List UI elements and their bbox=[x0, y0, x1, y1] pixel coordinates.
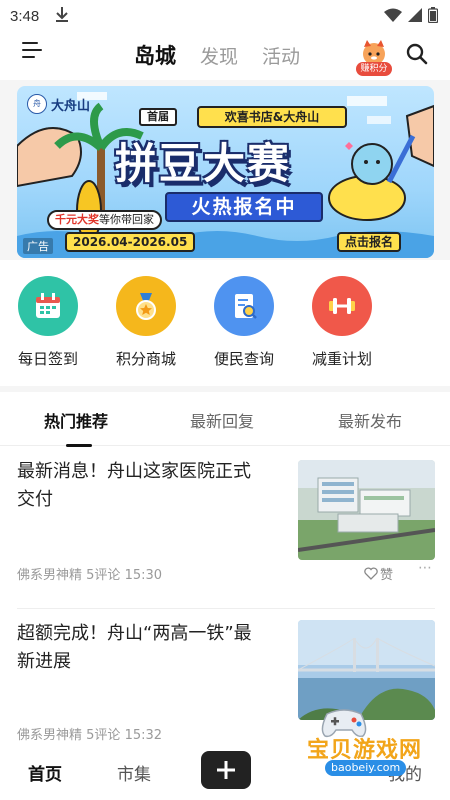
status-bar: 3:48 bbox=[0, 0, 450, 32]
banner-prize-amount: 千元大奖 bbox=[55, 213, 99, 226]
quick-item-weight-plan[interactable]: 减重计划 bbox=[302, 276, 382, 369]
add-post-button[interactable] bbox=[201, 751, 251, 789]
quick-item-inquiry[interactable]: 便民查询 bbox=[204, 276, 284, 369]
more-options-icon[interactable]: ⋯ bbox=[418, 560, 433, 576]
quick-label-checkin: 每日签到 bbox=[17, 350, 78, 368]
status-time: 3:48 bbox=[10, 7, 40, 25]
medal-icon bbox=[116, 276, 176, 336]
app-header: 岛城 发现 活动 赚积分 bbox=[0, 32, 450, 80]
calendar-icon bbox=[18, 276, 78, 336]
battery-icon bbox=[427, 7, 439, 27]
article-author: 佛系男神精 bbox=[17, 728, 83, 743]
tab-underline bbox=[66, 444, 92, 447]
banner-cobrand: 欢喜书店&大舟山 bbox=[197, 106, 347, 128]
article-thumbnail[interactable] bbox=[298, 460, 435, 560]
plus-icon bbox=[217, 761, 235, 779]
article-comments: 5评论 bbox=[86, 568, 121, 583]
banner-signup-button[interactable]: 点击报名 bbox=[337, 232, 402, 252]
feed-tabs: 热门推荐 最新回复 最新发布 bbox=[0, 392, 450, 447]
article-title[interactable]: 最新消息！舟山这家医院正式交付 bbox=[17, 458, 267, 514]
menu-icon[interactable] bbox=[22, 42, 44, 64]
quick-label-points-mall: 积分商城 bbox=[115, 350, 176, 368]
banner-prize-suffix: 等你带回家 bbox=[99, 213, 154, 226]
banner-logo-text: 大舟山 bbox=[51, 98, 91, 114]
tab-hot[interactable]: 热门推荐 bbox=[44, 408, 108, 432]
article-time: 15:32 bbox=[124, 728, 163, 743]
points-label: 赚积分 bbox=[356, 62, 392, 76]
article-meta: 佛系男神精 5评论 15:32 bbox=[17, 724, 162, 743]
header-tabs: 岛城 发现 活动 bbox=[134, 40, 300, 70]
tab-daocheng[interactable]: 岛城 bbox=[134, 40, 176, 70]
banner-cta[interactable]: 火热报名中 bbox=[165, 192, 323, 222]
quick-label-weight-plan: 减重计划 bbox=[311, 350, 372, 368]
banner-first-tag: 首届 bbox=[139, 108, 177, 126]
tab-latest-post[interactable]: 最新发布 bbox=[338, 408, 402, 432]
site-watermark: 宝贝游戏网 baobeiy.com bbox=[295, 706, 450, 786]
tab-discover[interactable]: 发现 bbox=[200, 42, 238, 69]
banner-title: 拼豆大赛 bbox=[115, 139, 292, 188]
divider bbox=[17, 608, 435, 609]
document-search-icon bbox=[214, 276, 274, 336]
dumbbell-icon bbox=[312, 276, 372, 336]
signal-icon bbox=[408, 8, 422, 26]
download-icon bbox=[55, 6, 69, 26]
article-author: 佛系男神精 bbox=[17, 568, 83, 583]
banner-logo: 舟 大舟山 bbox=[27, 94, 90, 114]
search-icon[interactable] bbox=[405, 42, 429, 66]
banner-prize: 千元大奖等你带回家 bbox=[47, 210, 162, 230]
quick-label-inquiry: 便民查询 bbox=[213, 350, 274, 368]
article-comments: 5评论 bbox=[86, 728, 121, 743]
quick-item-checkin[interactable]: 每日签到 bbox=[8, 276, 88, 369]
heart-icon bbox=[364, 567, 378, 580]
like-button[interactable]: 赞 bbox=[364, 564, 393, 583]
nav-home[interactable]: 首页 bbox=[28, 760, 62, 785]
article-title[interactable]: 超额完成！舟山“两高一铁”最新进展 bbox=[17, 620, 267, 676]
nav-market[interactable]: 市集 bbox=[117, 760, 151, 785]
tab-events[interactable]: 活动 bbox=[262, 42, 300, 69]
article-meta: 佛系男神精 5评论 15:30 bbox=[17, 564, 162, 583]
banner-date: 2026.04-2026.05 bbox=[65, 232, 196, 252]
watermark-url: baobeiy.com bbox=[325, 760, 407, 776]
quick-actions: 每日签到 积分商城 便民查询 减重计划 bbox=[0, 260, 450, 386]
like-label: 赞 bbox=[380, 568, 394, 583]
ad-label: 广告 bbox=[23, 238, 53, 254]
earn-points-button[interactable]: 赚积分 bbox=[356, 38, 392, 76]
quick-item-points-mall[interactable]: 积分商城 bbox=[106, 276, 186, 369]
article-thumbnail[interactable] bbox=[298, 620, 435, 720]
article-time: 15:30 bbox=[124, 568, 163, 583]
tab-latest-reply[interactable]: 最新回复 bbox=[190, 408, 254, 432]
logo-badge-icon: 舟 bbox=[27, 94, 47, 114]
promo-banner[interactable]: 舟 大舟山 首届 欢喜书店&大舟山 拼豆大赛 火热报名中 千元大奖等你带回家 广… bbox=[17, 86, 434, 258]
wifi-icon bbox=[384, 8, 402, 26]
